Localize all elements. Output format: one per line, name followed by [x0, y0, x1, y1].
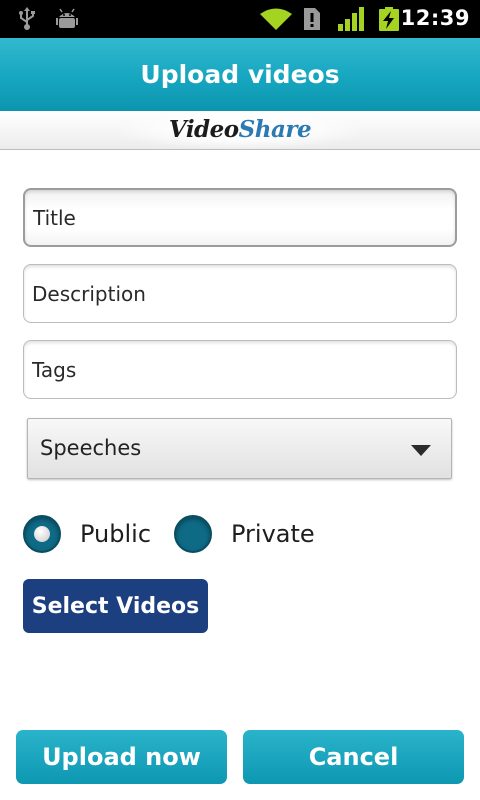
private-radio[interactable] — [174, 515, 212, 553]
logo-part-video: Video — [168, 116, 239, 143]
page-title: Upload videos — [140, 60, 340, 89]
category-dropdown[interactable]: Speeches — [27, 418, 452, 479]
debug-icon — [56, 8, 78, 28]
logo-part-share: Share — [238, 116, 312, 143]
category-selected-value: Speeches — [40, 436, 142, 460]
tags-input[interactable] — [23, 340, 457, 399]
battery-charging-icon — [379, 7, 399, 31]
public-label[interactable]: Public — [80, 520, 151, 548]
wifi-icon — [260, 8, 292, 30]
status-time: 12:39 — [400, 6, 470, 30]
public-radio[interactable] — [23, 515, 61, 553]
cancel-button[interactable]: Cancel — [243, 730, 464, 784]
title-bar: Upload videos — [0, 38, 480, 111]
signal-icon — [338, 7, 364, 31]
dropdown-arrow-icon — [411, 445, 431, 456]
private-label[interactable]: Private — [231, 520, 315, 548]
description-input[interactable] — [23, 264, 457, 323]
usb-icon — [19, 7, 35, 30]
select-videos-button[interactable]: Select Videos — [23, 579, 208, 633]
upload-now-button[interactable]: Upload now — [16, 730, 227, 784]
sim-card-icon — [304, 8, 320, 30]
video-share-logo: VideoShare — [0, 116, 480, 144]
logo-bar: VideoShare — [0, 111, 480, 150]
status-bar: 12:39 — [0, 0, 480, 38]
radio-selected-dot — [34, 526, 50, 542]
title-input[interactable] — [23, 188, 457, 247]
